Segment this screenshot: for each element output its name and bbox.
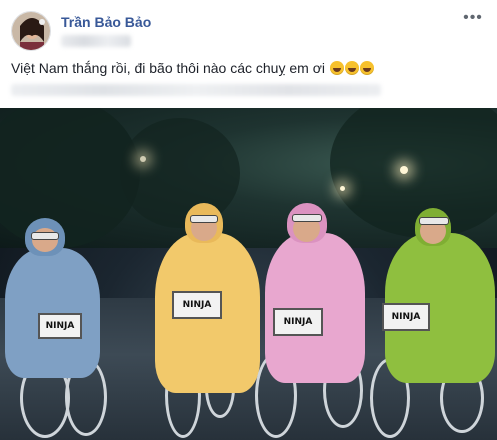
author-name[interactable]: Trần Bảo Bảo [61, 14, 151, 30]
rider: NINJA [255, 203, 375, 440]
rofl-emoji [344, 61, 359, 75]
ninja-sign: NINJA [382, 303, 430, 331]
rider: NINJA [370, 208, 497, 440]
rofl-emoji [359, 61, 374, 75]
rider: NINJA [0, 218, 120, 440]
ninja-sign: NINJA [273, 308, 323, 336]
street-light [400, 166, 408, 174]
goggles [292, 214, 322, 222]
rofl-emoji [329, 61, 344, 75]
avatar[interactable] [11, 11, 51, 51]
street-light [340, 186, 345, 191]
blurred-text [11, 84, 381, 96]
post-photo[interactable]: NINJA NINJA NINJA NINJA [0, 108, 497, 440]
goggles [31, 232, 59, 240]
post-message: Việt Nam thắng rồi, đi bão thôi nào các … [11, 60, 325, 76]
goggles [190, 215, 218, 223]
street-light [140, 156, 146, 162]
blurred-timestamp [61, 35, 131, 47]
rider: NINJA [150, 203, 265, 440]
goggles [419, 217, 449, 225]
more-horizontal-icon[interactable]: ••• [459, 8, 487, 28]
ninja-sign: NINJA [172, 291, 222, 319]
facebook-post: Trần Bảo Bảo ••• Việt Nam thắng rồi, đi … [0, 0, 497, 440]
post-text: Việt Nam thắng rồi, đi bão thôi nào các … [11, 60, 491, 76]
ninja-sign: NINJA [38, 313, 82, 339]
